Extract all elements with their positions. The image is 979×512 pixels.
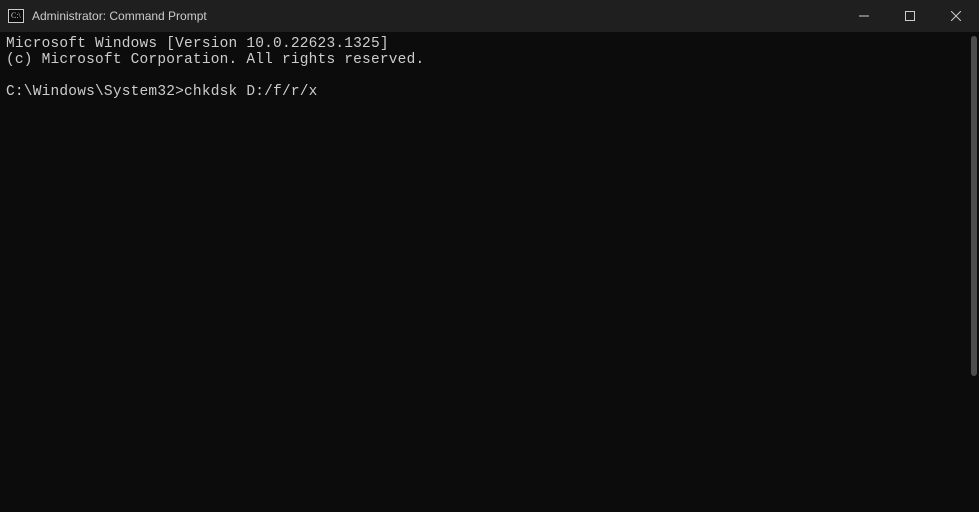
- terminal-output: Microsoft Windows [Version 10.0.22623.13…: [6, 36, 973, 100]
- scrollbar-thumb[interactable]: [971, 36, 977, 376]
- cmd-icon: C:\: [8, 8, 24, 24]
- close-button[interactable]: [933, 0, 979, 32]
- command-input[interactable]: chkdsk D:/f/r/x: [184, 84, 318, 100]
- titlebar[interactable]: C:\ Administrator: Command Prompt: [0, 0, 979, 32]
- window-controls: [841, 0, 979, 32]
- maximize-button[interactable]: [887, 0, 933, 32]
- window-title: Administrator: Command Prompt: [32, 9, 841, 23]
- copyright-line: (c) Microsoft Corporation. All rights re…: [6, 52, 424, 68]
- minimize-button[interactable]: [841, 0, 887, 32]
- prompt-path: C:\Windows\System32>: [6, 84, 184, 100]
- version-line: Microsoft Windows [Version 10.0.22623.13…: [6, 36, 389, 52]
- terminal-area[interactable]: Microsoft Windows [Version 10.0.22623.13…: [0, 32, 979, 512]
- svg-text:C:\: C:\: [11, 11, 22, 20]
